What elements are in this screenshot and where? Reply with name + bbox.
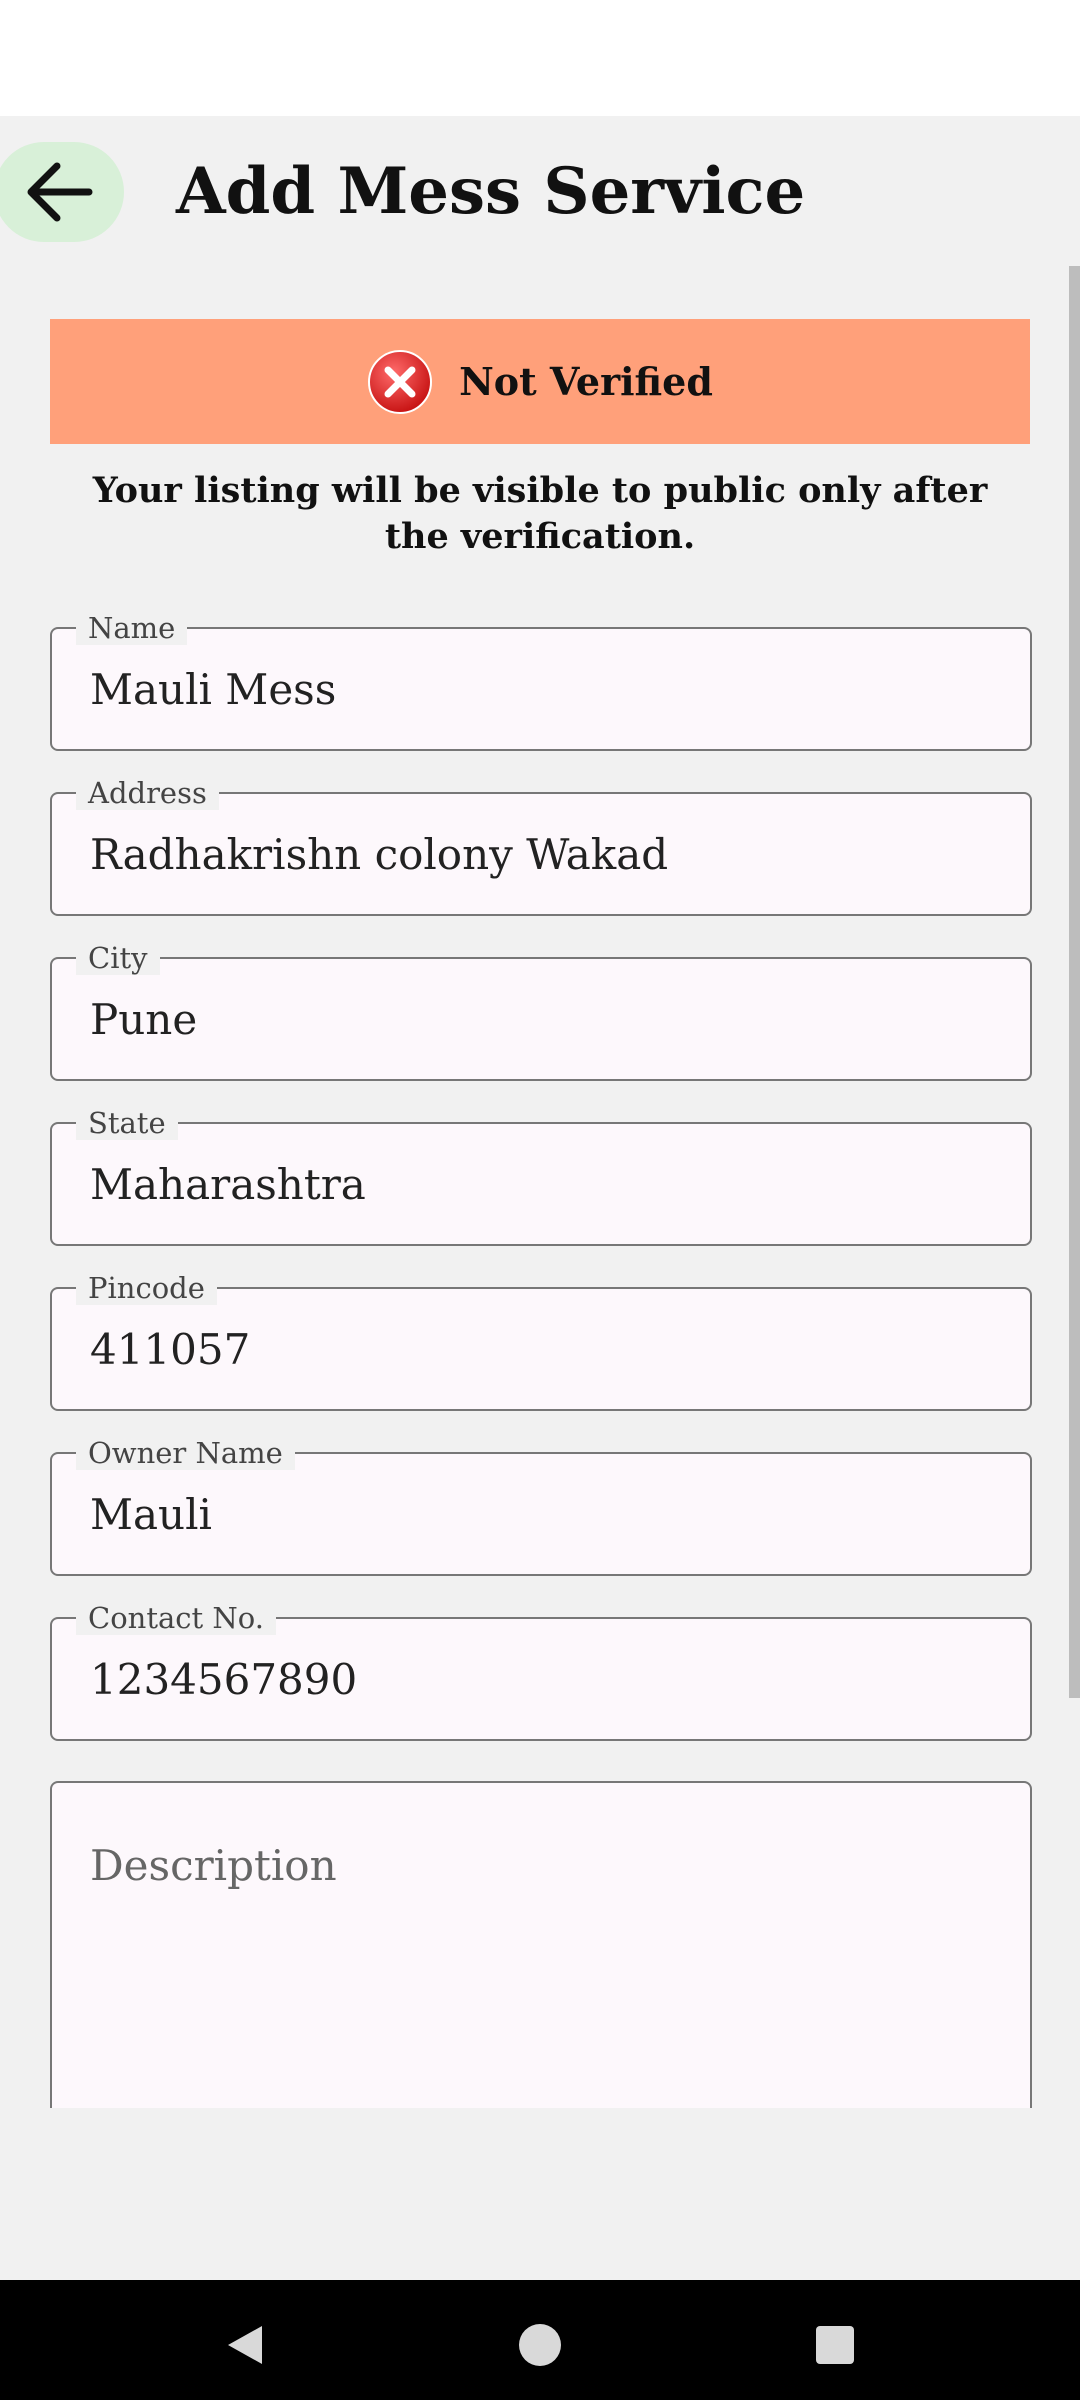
pincode-label: Pincode	[76, 1271, 217, 1305]
back-button[interactable]	[0, 142, 124, 242]
city-value[interactable]: Pune	[90, 995, 197, 1044]
error-x-icon	[368, 349, 433, 414]
bottom-spacer	[0, 2108, 1080, 2280]
verification-status-banner: Not Verified	[50, 319, 1030, 444]
contact-value[interactable]: 1234567890	[90, 1655, 357, 1704]
scrollbar[interactable]	[1069, 266, 1080, 1698]
description-field[interactable]: Description	[50, 1781, 1032, 2123]
name-label: Name	[76, 611, 188, 645]
state-label: State	[76, 1106, 178, 1140]
state-field[interactable]: State Maharashtra	[50, 1106, 1032, 1246]
arrow-left-icon	[27, 162, 93, 222]
pincode-value[interactable]: 411057	[90, 1325, 250, 1374]
name-field[interactable]: Name Mauli Mess	[50, 611, 1032, 751]
nav-recents-square-icon[interactable]	[810, 2320, 860, 2370]
address-field[interactable]: Address Radhakrishn colony Wakad	[50, 776, 1032, 916]
address-label: Address	[76, 776, 219, 810]
page-title: Add Mess Service	[176, 154, 806, 229]
nav-home-circle-icon[interactable]	[515, 2320, 565, 2370]
city-field[interactable]: City Pune	[50, 941, 1032, 1081]
name-value[interactable]: Mauli Mess	[90, 665, 336, 714]
description-placeholder: Description	[90, 1841, 337, 1890]
verification-notice: Your listing will be visible to public o…	[92, 470, 988, 557]
status-bar	[0, 0, 1080, 116]
owner-name-field[interactable]: Owner Name Mauli	[50, 1436, 1032, 1576]
owner-name-label: Owner Name	[76, 1436, 295, 1470]
state-value[interactable]: Maharashtra	[90, 1160, 366, 1209]
system-nav-bar	[0, 2280, 1080, 2400]
contact-label: Contact No.	[76, 1601, 276, 1635]
pincode-field[interactable]: Pincode 411057	[50, 1271, 1032, 1411]
contact-field[interactable]: Contact No. 1234567890	[50, 1601, 1032, 1741]
address-value[interactable]: Radhakrishn colony Wakad	[90, 830, 668, 879]
nav-back-triangle-icon[interactable]	[220, 2320, 270, 2370]
app-screen: Add Mess Service Not Verified Your listi…	[0, 116, 1080, 2280]
owner-name-value[interactable]: Mauli	[90, 1490, 212, 1539]
city-label: City	[76, 941, 160, 975]
verification-status-text: Not Verified	[459, 359, 713, 404]
